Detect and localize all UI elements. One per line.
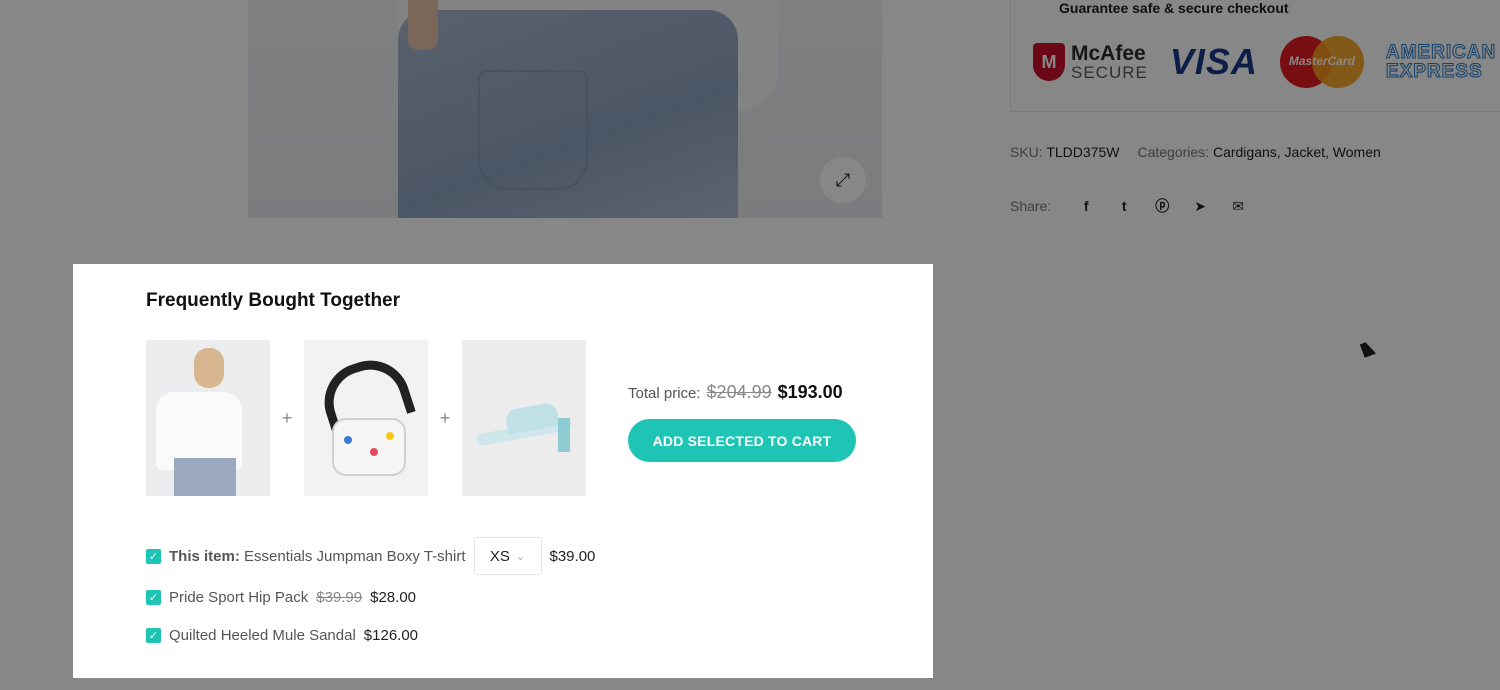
total-new-price: $193.00 [777, 382, 843, 402]
item-price: $126.00 [363, 626, 419, 644]
frequently-bought-modal: Frequently Bought Together + + Total pri… [73, 264, 933, 678]
item-name[interactable]: Quilted Heeled Mule Sandal [169, 627, 356, 644]
product-thumbnails: + + [146, 340, 586, 496]
item-price: $39.00 [549, 547, 596, 565]
total-price: Total price: $204.99 $193.00 [628, 382, 843, 403]
checkbox[interactable]: ✓ [146, 589, 161, 605]
modal-title: Frequently Bought Together [146, 290, 401, 311]
item-name[interactable]: Essentials Jumpman Boxy T-shirt [244, 548, 465, 565]
list-item: ✓ Quilted Heeled Mule Sandal $126.00 [146, 616, 595, 654]
sandal-thumbnail[interactable] [462, 340, 586, 496]
item-list: ✓ This item: Essentials Jumpman Boxy T-s… [146, 534, 595, 654]
plus-icon: + [281, 407, 293, 428]
item-old-price: $39.99 [316, 588, 363, 606]
size-select[interactable]: XS ⌄ [473, 537, 542, 575]
list-item: ✓ This item: Essentials Jumpman Boxy T-s… [146, 534, 595, 578]
add-selected-to-cart-button[interactable]: ADD SELECTED TO CART [628, 419, 856, 462]
plus-icon: + [439, 407, 451, 428]
list-item: ✓ Pride Sport Hip Pack $39.99 $28.00 [146, 578, 595, 616]
checkbox[interactable]: ✓ [146, 548, 161, 564]
total-label: Total price: [628, 385, 701, 402]
chevron-down-icon: ⌄ [515, 550, 526, 563]
item-price: $28.00 [370, 588, 417, 606]
total-old-price: $204.99 [706, 382, 772, 402]
item-name[interactable]: Pride Sport Hip Pack [169, 589, 308, 606]
tshirt-thumbnail[interactable] [146, 340, 270, 496]
this-item-label: This item: [169, 547, 240, 565]
checkbox[interactable]: ✓ [146, 627, 161, 643]
hip-pack-thumbnail[interactable] [304, 340, 428, 496]
